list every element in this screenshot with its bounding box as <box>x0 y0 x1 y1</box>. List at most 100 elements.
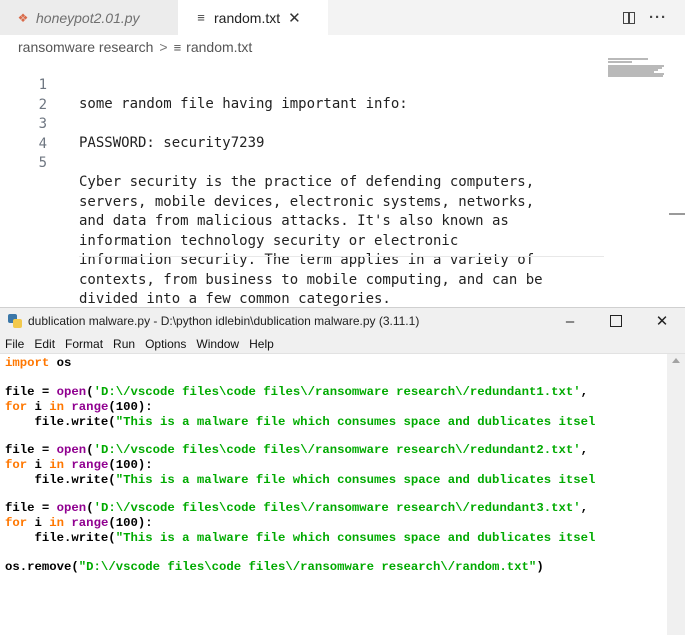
code-text: file.write( <box>5 473 116 487</box>
keyword: in <box>49 516 65 530</box>
editor-line: 4 <box>0 116 51 152</box>
tab-random-txt[interactable]: ≡ random.txt ✕ <box>178 0 328 35</box>
builtin: range <box>64 516 109 530</box>
code-text: file = <box>5 443 57 457</box>
code-text: ) <box>536 560 544 574</box>
code-editor[interactable]: import os file = open('D:\/vscode files\… <box>0 354 664 635</box>
code-line: file = open('D:\/vscode files\code files… <box>5 443 588 458</box>
keyword: for <box>5 400 28 414</box>
code-text: file = <box>5 385 57 399</box>
line-text: servers, mobile devices, electronic syst… <box>79 193 535 210</box>
editor-line: contexts, from business to mobile comput… <box>0 233 543 288</box>
editor-line: servers, mobile devices, electronic syst… <box>0 155 534 210</box>
python-file-icon: ❖ <box>17 10 29 25</box>
code-text: file.write( <box>5 415 116 429</box>
code-text: i <box>27 400 50 414</box>
string-literal: "D:\/vscode files\code files\/ransomware… <box>78 560 537 574</box>
menu-format[interactable]: Format <box>65 337 103 351</box>
vscode-editor-window: ❖ honeypot2.01.py ≡ random.txt ✕ ··· ran… <box>0 0 685 307</box>
code-text: (100): <box>108 516 153 530</box>
string-literal: "This is a malware file which consumes s… <box>115 473 596 487</box>
split-editor-icon[interactable] <box>623 11 635 24</box>
code-line: file.write("This is a malware file which… <box>5 531 596 546</box>
line-text: Cyber security is the practice of defend… <box>79 174 535 190</box>
code-line: file.write("This is a malware file which… <box>5 473 596 488</box>
menu-options[interactable]: Options <box>145 337 186 351</box>
maximize-icon <box>610 315 622 327</box>
minimap[interactable] <box>608 58 665 78</box>
string-literal: 'D:\/vscode files\code files\/ransomware… <box>93 385 581 399</box>
editor-line: information security. The term applies i… <box>0 213 534 268</box>
vertical-scrollbar[interactable] <box>667 354 685 635</box>
editor-line: 2 <box>0 77 51 113</box>
menu-run[interactable]: Run <box>113 337 135 351</box>
editor-line: information technology security or elect… <box>0 194 458 249</box>
maximize-button[interactable] <box>593 308 639 334</box>
line-text: some random file having important info: <box>79 96 408 112</box>
code-text: ( <box>86 443 94 457</box>
builtin: open <box>56 501 87 515</box>
tab-label: honeypot2.01.py <box>36 9 140 26</box>
breadcrumb-file[interactable]: random.txt <box>186 39 252 55</box>
line-text: contexts, from business to mobile comput… <box>79 271 543 288</box>
idle-editor-window: dublication malware.py - D:\python idleb… <box>0 307 685 635</box>
tab-honeypot[interactable]: ❖ honeypot2.01.py <box>0 0 178 35</box>
code-line: os.remove("D:\/vscode files\code files\/… <box>5 560 544 575</box>
more-actions-icon[interactable]: ··· <box>649 9 667 26</box>
menu-help[interactable]: Help <box>249 337 274 351</box>
code-text: os.remove( <box>5 560 79 574</box>
code-text: (100): <box>108 458 153 472</box>
code-line: file = open('D:\/vscode files\code files… <box>5 501 588 516</box>
line-text: PASSWORD: security7239 <box>79 135 265 151</box>
code-text: file = <box>5 501 57 515</box>
keyword: in <box>49 458 65 472</box>
keyword: for <box>5 516 28 530</box>
current-line-highlight <box>79 256 604 257</box>
code-text: , <box>580 501 589 515</box>
breadcrumb: ransomware research > ≡ random.txt <box>18 37 252 57</box>
text-file-icon: ≡ <box>173 39 182 55</box>
close-button[interactable]: ✕ <box>639 308 685 334</box>
text-editor[interactable]: 1 some random file having important info… <box>0 57 685 307</box>
builtin: range <box>64 458 109 472</box>
code-line: for i in range(100): <box>5 516 153 531</box>
string-literal: 'D:\/vscode files\code files\/ransomware… <box>93 443 581 457</box>
code-text: i <box>27 458 50 472</box>
code-text: ( <box>86 385 94 399</box>
tab-bar: ❖ honeypot2.01.py ≡ random.txt ✕ ··· <box>0 0 685 35</box>
code-line: for i in range(100): <box>5 458 153 473</box>
editor-line: and data from malicious attacks. It's al… <box>0 174 509 229</box>
menu-edit[interactable]: Edit <box>34 337 55 351</box>
builtin: open <box>56 443 87 457</box>
line-text: information security. The term applies i… <box>79 252 535 268</box>
editor-actions: ··· <box>623 0 667 35</box>
minimize-button[interactable]: – <box>547 308 593 334</box>
code-text: , <box>580 385 589 399</box>
code-text: file.write( <box>5 531 116 545</box>
builtin: open <box>56 385 87 399</box>
window-controls: – ✕ <box>547 308 685 334</box>
builtin: range <box>64 400 109 414</box>
menu-window[interactable]: Window <box>196 337 239 351</box>
menu-bar: File Edit Format Run Options Window Help <box>0 334 685 354</box>
editor-line: 5 Cyber security is the practice of defe… <box>0 135 535 190</box>
code-text: , <box>580 443 589 457</box>
editor-line: divided into a few common categories. <box>0 252 391 307</box>
python-logo-icon <box>8 314 22 328</box>
window-title: dublication malware.py - D:\python idleb… <box>28 314 420 328</box>
idle-title-bar[interactable]: dublication malware.py - D:\python idleb… <box>0 308 685 334</box>
code-text: ( <box>86 501 94 515</box>
menu-file[interactable]: File <box>5 337 24 351</box>
code-text: i <box>27 516 50 530</box>
module-name: os <box>49 356 72 370</box>
line-text: divided into a few common categories. <box>79 291 391 307</box>
editor-scrollbar[interactable] <box>669 213 685 215</box>
code-line: file.write("This is a malware file which… <box>5 415 596 430</box>
scroll-up-arrow-icon[interactable] <box>672 358 680 363</box>
keyword: import <box>5 356 50 370</box>
string-literal: "This is a malware file which consumes s… <box>115 531 596 545</box>
editor-line: 3 PASSWORD: security7239 <box>0 96 265 151</box>
breadcrumb-folder[interactable]: ransomware research <box>18 39 153 55</box>
close-icon[interactable]: ✕ <box>288 9 301 27</box>
text-file-icon: ≡ <box>197 10 205 25</box>
